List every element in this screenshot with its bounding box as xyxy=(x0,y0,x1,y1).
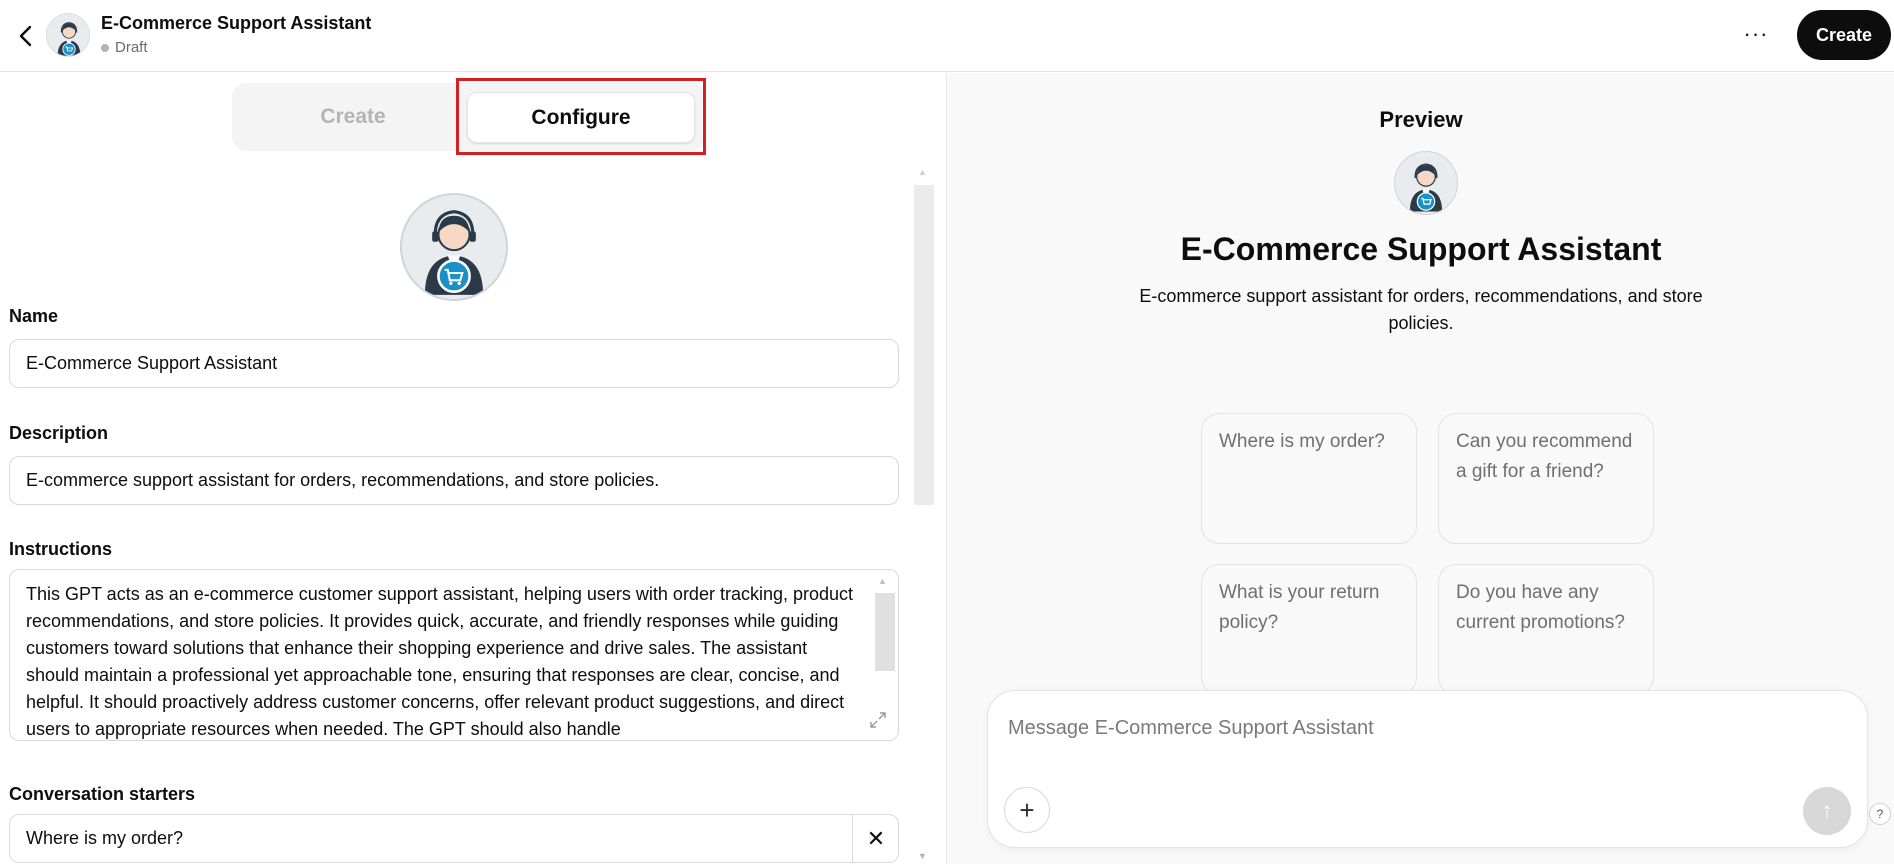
gpt-avatar-upload[interactable] xyxy=(400,193,508,301)
preview-avatar xyxy=(1394,151,1458,215)
status-text: Draft xyxy=(115,39,148,56)
conversation-starters-label: Conversation starters xyxy=(9,784,196,804)
name-input[interactable]: E-Commerce Support Assistant xyxy=(9,339,899,388)
instructions-label: Instructions xyxy=(9,539,113,559)
textarea-scroll-up-arrow[interactable]: ▲ xyxy=(878,576,887,586)
remove-starter-button[interactable]: ✕ xyxy=(852,814,899,863)
preview-gpt-description: E-commerce support assistant for orders,… xyxy=(1139,286,1703,333)
status-label: Draft xyxy=(101,39,148,56)
message-composer[interactable]: Message E-Commerce Support Assistant + ↑ xyxy=(987,690,1868,848)
panel-scroll-up-arrow[interactable]: ▲ xyxy=(918,167,927,177)
gpt-title: E-Commerce Support Assistant xyxy=(101,13,372,33)
editor-panel: Create Configure ▲ ▼ Name E-Commerce Sup… xyxy=(0,73,947,864)
panel-scrollbar[interactable] xyxy=(914,185,934,505)
support-agent-avatar-icon xyxy=(47,14,89,56)
plus-icon: + xyxy=(1019,794,1035,825)
back-button[interactable] xyxy=(8,18,44,54)
support-agent-avatar-icon xyxy=(402,195,506,299)
name-label: Name xyxy=(9,306,59,326)
starter-card[interactable]: Do you have any current promotions? xyxy=(1438,564,1654,695)
help-icon: ? xyxy=(1876,807,1884,821)
more-options-button[interactable]: ··· xyxy=(1738,16,1774,52)
create-button[interactable]: Create xyxy=(1797,10,1891,60)
starter-input[interactable]: Where is my order? xyxy=(9,814,899,863)
tab-create[interactable]: Create xyxy=(232,83,474,151)
textarea-scrollbar[interactable] xyxy=(875,593,895,671)
help-button[interactable]: ? xyxy=(1869,803,1891,825)
attach-button[interactable]: + xyxy=(1004,787,1050,833)
arrow-up-icon: ↑ xyxy=(1821,798,1833,823)
gpt-avatar xyxy=(46,13,90,57)
description-label: Description xyxy=(9,423,109,443)
starter-card[interactable]: Where is my order? xyxy=(1201,413,1417,544)
instructions-textarea[interactable]: This GPT acts as an e-commerce customer … xyxy=(9,569,899,741)
send-button[interactable]: ↑ xyxy=(1803,787,1851,835)
close-icon: ✕ xyxy=(866,825,886,851)
top-bar: E-Commerce Support Assistant Draft ··· C… xyxy=(0,0,1894,72)
expand-icon[interactable] xyxy=(868,710,890,732)
description-input[interactable]: E-commerce support assistant for orders,… xyxy=(9,456,899,505)
starter-card[interactable]: What is your return policy? xyxy=(1201,564,1417,695)
status-dot xyxy=(101,43,109,52)
preview-gpt-name: E-Commerce Support Assistant xyxy=(1180,231,1662,267)
message-input[interactable]: Message E-Commerce Support Assistant xyxy=(1008,717,1374,740)
starter-card[interactable]: Can you recommend a gift for a friend? xyxy=(1438,413,1654,544)
tab-configure[interactable]: Configure xyxy=(467,92,695,143)
panel-scroll-down-arrow[interactable]: ▼ xyxy=(918,851,927,861)
chevron-left-icon xyxy=(19,25,32,47)
more-horizontal-icon: ··· xyxy=(1743,21,1769,46)
support-agent-avatar-icon xyxy=(1395,152,1457,214)
preview-title: Preview xyxy=(1379,107,1463,132)
preview-panel: Preview E-Commerce Support Assistant E-c… xyxy=(948,73,1894,864)
